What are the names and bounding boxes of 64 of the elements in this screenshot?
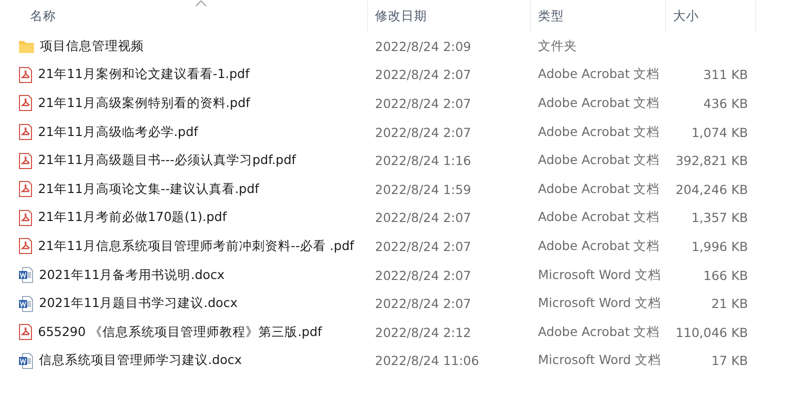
file-name[interactable]: 项目信息管理视频 xyxy=(40,38,144,55)
modified-date: 2022/8/24 1:59 xyxy=(375,182,472,197)
file-size: 17 KB xyxy=(711,353,748,368)
pdf-file-icon xyxy=(19,124,32,140)
file-name[interactable]: 信息系统项目管理师学习建议.docx xyxy=(39,352,242,370)
file-name[interactable]: 21年11月考前必做170题(1).pdf xyxy=(38,209,227,226)
file-name[interactable]: 21年11月案例和论文建议看看-1.pdf xyxy=(38,66,250,84)
file-name[interactable]: 21年11月高级临考必学.pdf xyxy=(38,124,198,141)
file-size: 1,996 KB xyxy=(691,238,748,254)
file-size: 311 KB xyxy=(703,67,748,82)
sort-icon[interactable] xyxy=(194,0,206,7)
folder-icon xyxy=(19,40,34,53)
column-header[interactable]: 类型 xyxy=(531,0,666,32)
word-file-icon xyxy=(19,296,33,312)
file-size: 21 KB xyxy=(711,296,748,312)
modified-date: 2022/8/24 1:16 xyxy=(375,153,472,168)
modified-date: 2022/8/24 2:09 xyxy=(375,38,472,54)
file-type: Microsoft Word 文档 xyxy=(538,266,661,284)
modified-date: 2022/8/24 2:07 xyxy=(375,124,472,140)
file-name[interactable]: 2021年11月备考用书说明.docx xyxy=(39,266,225,284)
file-type: Microsoft Word 文档 xyxy=(538,352,661,370)
file-type: Adobe Acrobat 文档 xyxy=(538,66,660,84)
file-type: Adobe Acrobat 文档 xyxy=(538,94,660,112)
pdf-file-icon xyxy=(19,238,32,254)
file-name[interactable]: 2021年11月题目书学习建议.docx xyxy=(39,295,238,312)
file-size: 1,357 KB xyxy=(691,210,748,226)
file-type: Microsoft Word 文档 xyxy=(538,295,661,312)
column-header[interactable]: 大小 xyxy=(666,0,756,32)
word-file-icon xyxy=(19,267,33,284)
file-type: Adobe Acrobat 文档 xyxy=(538,209,660,226)
file-name[interactable]: 21年11月高级题目书---必须认真学习pdf.pdf xyxy=(38,152,296,170)
file-type: 文件夹 xyxy=(538,38,577,55)
pdf-file-icon xyxy=(19,95,32,112)
file-size: 166 KB xyxy=(703,268,748,283)
file-size: 110,046 KB xyxy=(676,324,748,340)
file-size: 204,246 KB xyxy=(676,182,748,197)
file-name[interactable]: 655290 《信息系统项目管理师教程》第三版.pdf xyxy=(38,324,322,341)
file-name[interactable]: 21年11月信息系统项目管理师考前冲刺资料--必看 .pdf xyxy=(38,238,354,255)
file-type: Adobe Acrobat 文档 xyxy=(538,124,660,141)
file-size: 392,821 KB xyxy=(676,153,748,168)
modified-date: 2022/8/24 2:07 xyxy=(375,296,472,312)
modified-date: 2022/8/24 11:06 xyxy=(375,353,480,368)
column-header[interactable]: 名称 xyxy=(0,0,368,32)
column-header[interactable]: 修改日期 xyxy=(368,0,531,32)
file-size: 1,074 KB xyxy=(691,124,748,140)
file-type: Adobe Acrobat 文档 xyxy=(538,238,660,255)
modified-date: 2022/8/24 2:12 xyxy=(375,324,472,340)
file-name[interactable]: 21年11月高项论文集--建议认真看.pdf xyxy=(38,180,260,198)
file-type: Adobe Acrobat 文档 xyxy=(538,324,660,341)
pdf-file-icon xyxy=(19,181,32,198)
modified-date: 2022/8/24 2:07 xyxy=(375,238,472,254)
pdf-file-icon xyxy=(19,210,32,226)
modified-date: 2022/8/24 2:07 xyxy=(375,268,472,283)
modified-date: 2022/8/24 2:07 xyxy=(375,96,472,111)
pdf-file-icon xyxy=(19,152,32,169)
pdf-file-icon xyxy=(19,324,32,340)
word-file-icon xyxy=(19,352,33,369)
file-type: Adobe Acrobat 文档 xyxy=(538,180,660,198)
modified-date: 2022/8/24 2:07 xyxy=(375,210,472,226)
file-name[interactable]: 21年11月高级案例特别看的资料.pdf xyxy=(38,94,250,112)
file-type: Adobe Acrobat 文档 xyxy=(538,152,660,170)
modified-date: 2022/8/24 2:07 xyxy=(375,67,472,82)
file-size: 436 KB xyxy=(703,96,748,111)
pdf-file-icon xyxy=(19,66,32,83)
